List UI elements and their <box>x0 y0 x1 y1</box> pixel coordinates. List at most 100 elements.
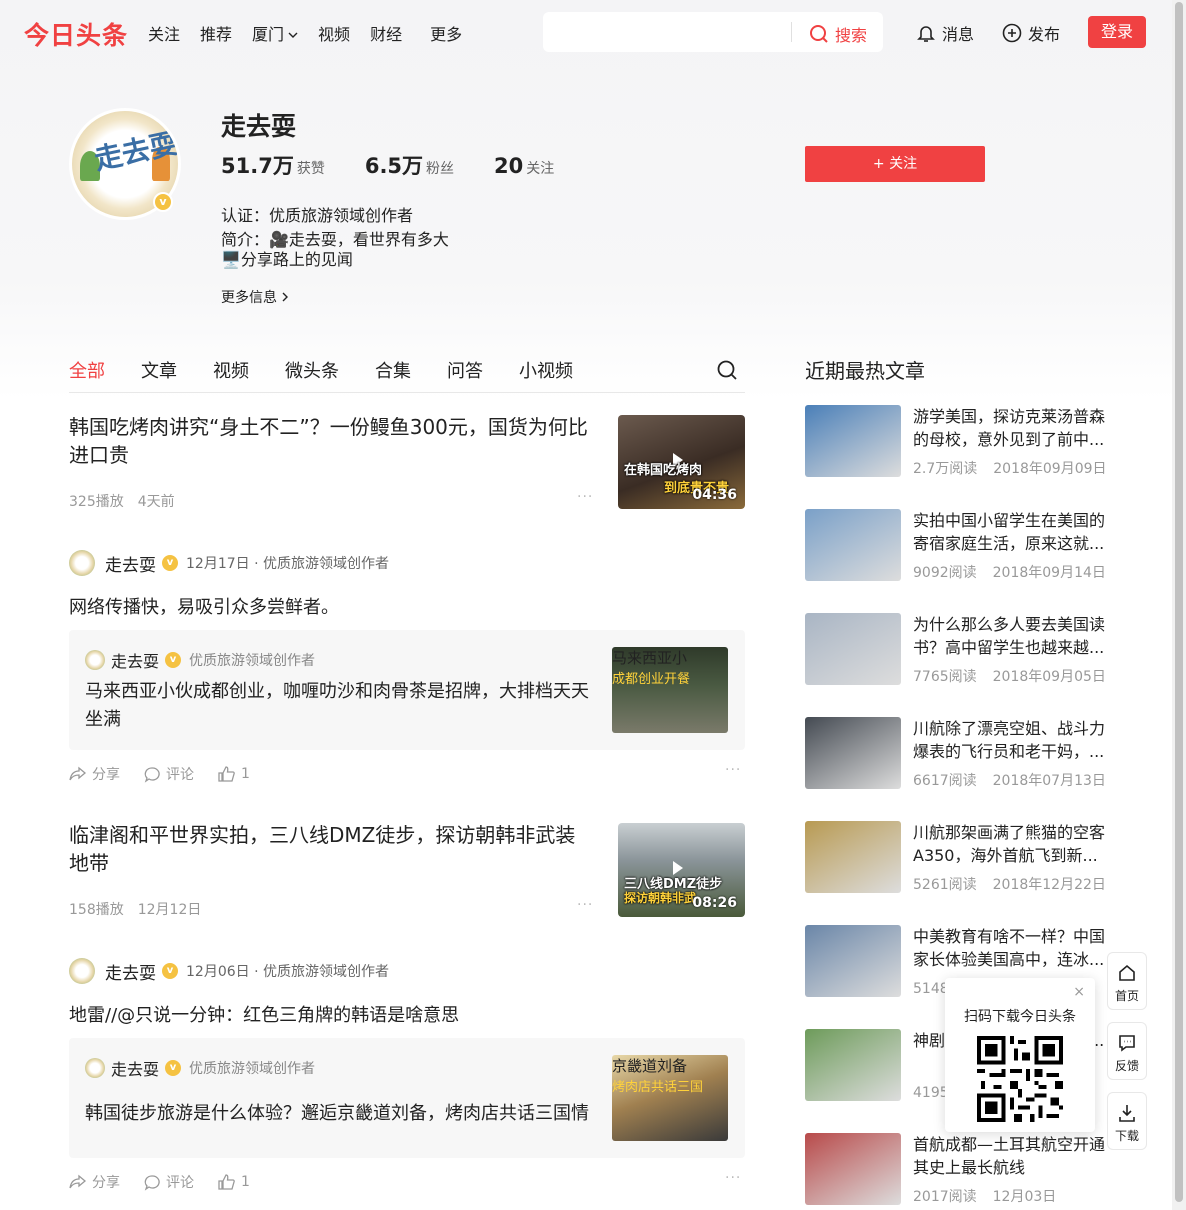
comment-button[interactable]: 评论 <box>144 764 194 784</box>
close-icon[interactable]: × <box>1073 984 1085 1000</box>
share-label: 分享 <box>92 1175 120 1191</box>
hot-article-title[interactable]: 川航那架画满了熊猫的空客A350，海外首航飞到新... <box>913 821 1107 867</box>
post-text[interactable]: 网络传播快，易吸引众多尝鲜者。 <box>69 593 339 619</box>
author-name[interactable]: 走去耍 <box>105 959 156 984</box>
post-text[interactable]: 地雷//@只说一分钟：红色三角牌的韩语是啥意思 <box>69 1001 459 1027</box>
hot-article-thumbnail[interactable] <box>805 613 901 685</box>
home-float-button[interactable]: 首页 <box>1107 952 1147 1010</box>
stat-fans[interactable]: 6.5万 粉丝 <box>365 150 454 180</box>
author-name[interactable]: 走去耍 <box>105 551 156 576</box>
certification-text: 认证：优质旅游领域创作者 <box>221 206 414 225</box>
hot-article-thumbnail[interactable] <box>805 717 901 789</box>
search-button[interactable]: 搜索 <box>809 22 867 46</box>
nav-item-finance[interactable]: 财经 <box>370 21 402 45</box>
site-logo[interactable]: 今日头条 <box>24 16 128 52</box>
tab-short-videos[interactable]: 小视频 <box>519 357 573 383</box>
post-info: 12月17日 · 优质旅游领域创作者 <box>186 556 389 572</box>
like-button[interactable]: 1 <box>218 1173 250 1191</box>
more-options-icon[interactable]: ··· <box>725 762 741 778</box>
publish-button[interactable]: 发布 <box>1002 21 1060 45</box>
hot-article-title[interactable]: 实拍中国小留学生在美国的寄宿家庭生活，原来这就... <box>913 509 1107 555</box>
tab-all[interactable]: 全部 <box>69 357 105 383</box>
feed-video-item[interactable]: 韩国吃烤肉讲究“身土不二”？一份鳗鱼300元，国货为何比进口贵 325播放 4天前… <box>69 413 745 523</box>
hot-article-title[interactable]: 游学美国，探访克莱汤普森的母校，意外见到了前中... <box>913 405 1107 451</box>
tab-articles[interactable]: 文章 <box>141 357 177 383</box>
video-plays: 158播放 <box>69 902 124 918</box>
chevron-right-icon <box>282 292 289 302</box>
tab-videos[interactable]: 视频 <box>213 357 249 383</box>
more-options-icon[interactable]: ··· <box>577 897 593 913</box>
hot-article-item[interactable]: 实拍中国小留学生在美国的寄宿家庭生活，原来这就... 9092阅读 2018年09月… <box>805 509 1107 583</box>
stat-following[interactable]: 20 关注 <box>494 154 554 178</box>
comment-button[interactable]: 评论 <box>144 1172 194 1192</box>
feedback-icon <box>1119 1035 1135 1052</box>
share-icon <box>69 1174 87 1189</box>
post-actions: 分享 评论 1 <box>69 764 274 784</box>
hot-article-title[interactable]: 首航成都—土耳其航空开通其史上最长航线 <box>913 1133 1107 1179</box>
quoted-article[interactable]: 走去耍 v 优质旅游领域创作者 马来西亚小伙成都创业，咖喱叻沙和肉骨茶是招牌，大… <box>69 630 745 750</box>
video-title[interactable]: 临津阁和平世界实拍，三八线DMZ徒步，探访朝韩非武装地带 <box>69 821 589 877</box>
quoted-article[interactable]: 走去耍 v 优质旅游领域创作者 韩国徒步旅游是什么体验？邂逅京畿道刘备，烤肉店共… <box>69 1038 745 1158</box>
video-thumbnail[interactable]: 三八线DMZ徒步 探访朝韩非武 08:26 <box>618 823 745 917</box>
share-label: 分享 <box>92 767 120 783</box>
video-thumbnail[interactable]: 在韩国吃烤肉 到底贵不贵 04:36 <box>618 415 745 509</box>
page-scrollbar[interactable] <box>1172 0 1186 1210</box>
author-avatar[interactable] <box>69 958 95 984</box>
like-count: 1 <box>241 766 250 782</box>
tab-search-icon[interactable] <box>716 359 738 381</box>
nav-item-follow[interactable]: 关注 <box>148 21 180 45</box>
hot-article-title[interactable]: 为什么那么多人要去美国读书？高中留学生也越来越... <box>913 613 1107 659</box>
nav-item-recommend[interactable]: 推荐 <box>200 21 232 45</box>
feedback-float-button[interactable]: 反馈 <box>1107 1022 1147 1080</box>
plus-circle-icon <box>1002 23 1022 43</box>
search-box[interactable]: 搜索 <box>543 12 883 52</box>
follow-button[interactable]: + 关注 <box>805 146 985 182</box>
verified-badge-icon: v <box>165 1060 182 1076</box>
nav-item-video[interactable]: 视频 <box>318 21 350 45</box>
comment-label: 评论 <box>166 1175 194 1191</box>
tab-qa[interactable]: 问答 <box>447 357 483 383</box>
hot-article-thumbnail[interactable] <box>805 509 901 581</box>
thumbnail-caption: 京畿道刘备 <box>612 1057 688 1075</box>
tab-collections[interactable]: 合集 <box>375 357 411 383</box>
hot-article-item[interactable]: 川航那架画满了熊猫的空客A350，海外首航飞到新... 5261阅读 2018年12… <box>805 821 1107 895</box>
login-button[interactable]: 登录 <box>1088 16 1146 48</box>
hot-article-thumbnail[interactable] <box>805 925 901 997</box>
quote-title: 马来西亚小伙成都创业，咖喱叻沙和肉骨茶是招牌，大排档天天坐满 <box>85 681 589 730</box>
hot-article-reads: 9092阅读 <box>913 565 977 581</box>
scrollbar-thumb[interactable] <box>1175 2 1183 1202</box>
stat-likes: 51.7万 获赞 <box>221 150 325 180</box>
post-author-row: 走去耍 v 12月17日 · 优质旅游领域创作者 <box>69 550 389 576</box>
more-info-link[interactable]: 更多信息 <box>221 287 289 307</box>
video-meta: 158播放 12月12日 <box>69 899 215 919</box>
like-button[interactable]: 1 <box>218 765 250 783</box>
quote-author-info: 优质旅游领域创作者 <box>189 1061 316 1077</box>
share-button[interactable]: 分享 <box>69 1172 120 1192</box>
hot-article-title[interactable]: 川航除了漂亮空姐、战斗力爆表的飞行员和老干妈，... <box>913 717 1107 763</box>
hot-article-item[interactable]: 为什么那么多人要去美国读书？高中留学生也越来越... 7765阅读 2018年09月… <box>805 613 1107 687</box>
post-author-row: 走去耍 v 12月06日 · 优质旅游领域创作者 <box>69 958 389 984</box>
hot-article-meta: 5261阅读 2018年12月22日 <box>913 874 1122 894</box>
more-options-icon[interactable]: ··· <box>577 489 593 505</box>
hot-article-item[interactable]: 游学美国，探访克莱汤普森的母校，意外见到了前中... 2.7万阅读 2018年09月… <box>805 405 1107 479</box>
hot-article-title[interactable]: 中美教育有啥不一样？中国家长体验美国高中，连冰... <box>913 925 1107 971</box>
stat-following-num: 20 <box>494 154 524 178</box>
hot-article-reads: 6617阅读 <box>913 773 977 789</box>
messages-button[interactable]: 消息 <box>916 21 974 45</box>
tab-micro-posts[interactable]: 微头条 <box>285 357 339 383</box>
hot-article-thumbnail[interactable] <box>805 405 901 477</box>
nav-item-more[interactable]: 更多 <box>430 21 462 45</box>
hot-article-item[interactable]: 首航成都—土耳其航空开通其史上最长航线 2017阅读 12月03日 <box>805 1133 1105 1207</box>
more-options-icon[interactable]: ··· <box>725 1170 741 1186</box>
author-avatar[interactable] <box>69 550 95 576</box>
hot-article-thumbnail[interactable] <box>805 821 901 893</box>
video-title[interactable]: 韩国吃烤肉讲究“身土不二”？一份鳗鱼300元，国货为何比进口贵 <box>69 413 589 469</box>
hot-article-item[interactable]: 川航除了漂亮空姐、战斗力爆表的飞行员和老干妈，... 6617阅读 2018年07月… <box>805 717 1107 791</box>
feed-video-item[interactable]: 临津阁和平世界实拍，三八线DMZ徒步，探访朝韩非武装地带 158播放 12月12日… <box>69 821 745 931</box>
nav-item-xiamen[interactable]: 厦门 <box>252 21 298 45</box>
share-button[interactable]: 分享 <box>69 764 120 784</box>
hot-article-thumbnail[interactable] <box>805 1133 901 1205</box>
download-float-button[interactable]: 下载 <box>1107 1092 1147 1150</box>
hot-article-thumbnail[interactable] <box>805 1029 901 1101</box>
thumbnail-caption: 马来西亚小 <box>612 649 688 667</box>
